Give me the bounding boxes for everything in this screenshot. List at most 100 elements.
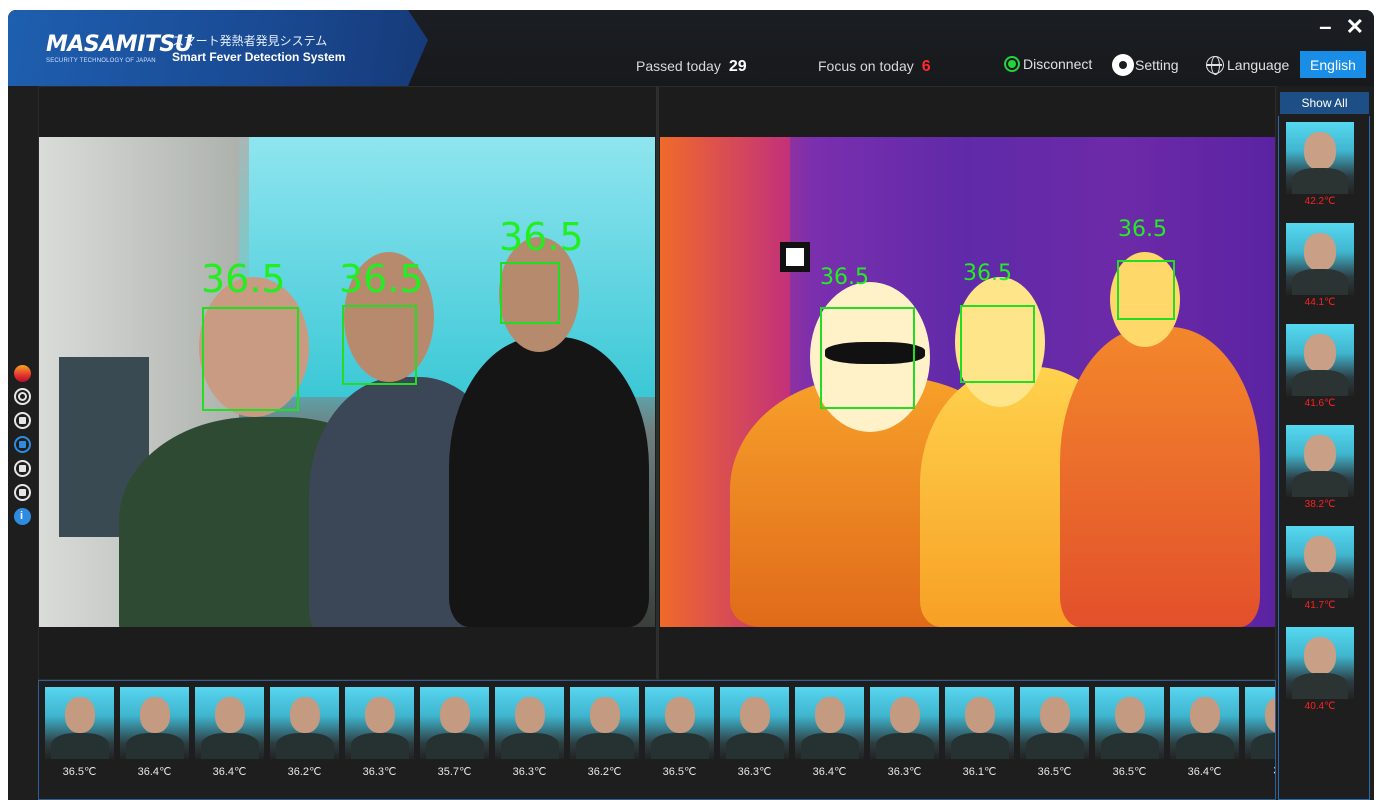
top-bar: MASAMITSU SECURITY TECHNOLOGY OF JAPAN ス… xyxy=(8,10,1374,86)
thermal-reference xyxy=(780,242,810,272)
brand-logo: MASAMITSU xyxy=(46,32,193,57)
capture-snapshot xyxy=(870,687,939,759)
capture-snapshot xyxy=(1020,687,1089,759)
capture-temp: 36.1℃ xyxy=(962,766,997,778)
capture-snapshot xyxy=(1170,687,1239,759)
rgb-camera-feed: 36.5 36.5 36.5 xyxy=(39,137,655,627)
capture-thumb[interactable]: 36.2℃ xyxy=(570,687,639,778)
left-toolbar xyxy=(8,86,38,800)
thermal-camera-feed: 36.5 36.5 36.5 xyxy=(660,137,1275,627)
alert-item[interactable]: 42.2℃ xyxy=(1286,122,1354,207)
app-window: MASAMITSU SECURITY TECHNOLOGY OF JAPAN ス… xyxy=(8,10,1374,800)
alert-item[interactable]: 44.1℃ xyxy=(1286,223,1354,308)
focus-today-value: 6 xyxy=(921,58,931,75)
capture-thumb[interactable]: 36.3℃ xyxy=(495,687,564,778)
image-icon[interactable] xyxy=(14,412,31,429)
capture-temp: 36.3℃ xyxy=(737,766,772,778)
app-title-jp: スマート発熱者発見システム xyxy=(172,34,328,48)
capture-temp: 36.2℃ xyxy=(287,766,322,778)
thermal-face-box-3 xyxy=(1117,260,1175,320)
capture-temp: 35.7℃ xyxy=(437,766,472,778)
capture-temp: 36.4℃ xyxy=(812,766,847,778)
palette-icon[interactable] xyxy=(14,365,31,382)
alert-temp: 42.2℃ xyxy=(1304,196,1336,207)
alert-temp: 41.7℃ xyxy=(1304,600,1336,611)
alert-item[interactable]: 40.4℃ xyxy=(1286,627,1354,712)
capture-snapshot xyxy=(345,687,414,759)
info-icon[interactable] xyxy=(14,508,31,525)
thermal-person-right-body xyxy=(1060,327,1260,627)
single-view-icon[interactable] xyxy=(14,460,31,477)
capture-temp: 36.2℃ xyxy=(587,766,622,778)
capture-thumb[interactable]: 36.1℃ xyxy=(945,687,1014,778)
language-button[interactable]: Language xyxy=(1206,56,1289,75)
globe-icon xyxy=(1206,56,1224,75)
capture-snapshot xyxy=(645,687,714,759)
capture-thumb[interactable]: 36.5℃ xyxy=(645,687,714,778)
face-temp-1: 36.5 xyxy=(201,257,286,301)
setting-button[interactable]: Setting xyxy=(1114,56,1179,74)
passed-today-label: Passed today xyxy=(636,58,721,74)
alert-panel: Show All 42.2℃ 44.1℃ 41.6℃ 38.2℃ 41.7℃ 4… xyxy=(1278,86,1374,800)
capture-thumb[interactable]: 36.4℃ xyxy=(1170,687,1239,778)
minimize-button[interactable]: – xyxy=(1319,14,1331,40)
close-button[interactable]: ✕ xyxy=(1346,14,1364,40)
capture-thumb[interactable]: 36.5℃ xyxy=(1020,687,1089,778)
capture-snapshot xyxy=(45,687,114,759)
capture-thumb[interactable]: 36.4℃ xyxy=(195,687,264,778)
disconnect-label: Disconnect xyxy=(1023,56,1093,72)
alert-snapshot xyxy=(1286,223,1354,295)
capture-temp: 36.5℃ xyxy=(1037,766,1072,778)
alert-snapshot xyxy=(1286,526,1354,598)
capture-thumb[interactable]: 36.3℃ xyxy=(720,687,789,778)
capture-snapshot xyxy=(120,687,189,759)
alert-snapshot xyxy=(1286,324,1354,396)
capture-thumb[interactable]: 36.5℃ xyxy=(1095,687,1164,778)
english-button[interactable]: English xyxy=(1300,51,1366,78)
capture-thumb[interactable]: 36.5℃ xyxy=(45,687,114,778)
capture-thumb[interactable]: 36.3℃ xyxy=(870,687,939,778)
face-temp-2: 36.5 xyxy=(339,257,424,301)
face-box-1 xyxy=(202,307,299,411)
face-temp-3: 36.5 xyxy=(499,215,584,259)
thermal-face-box-2 xyxy=(960,305,1035,383)
alert-temp: 40.4℃ xyxy=(1304,701,1336,712)
alert-temp: 41.6℃ xyxy=(1304,398,1336,409)
capture-snapshot xyxy=(270,687,339,759)
capture-temp: 36.4℃ xyxy=(137,766,172,778)
face-box-3 xyxy=(500,262,560,324)
thermal-face-temp-2: 36.5 xyxy=(963,261,1012,286)
show-all-button[interactable]: Show All xyxy=(1280,92,1369,114)
alert-temp: 38.2℃ xyxy=(1304,499,1336,510)
capture-thumb[interactable]: 36 xyxy=(1245,687,1275,777)
feed-divider xyxy=(656,87,659,681)
capture-strip: 36.5℃ 36.4℃ 36.4℃ 36.2℃ 36.3℃ 35.7℃ 36.3… xyxy=(38,680,1276,800)
capture-thumb[interactable]: 36.3℃ xyxy=(345,687,414,778)
window-icon[interactable] xyxy=(14,484,31,501)
settings-icon[interactable] xyxy=(14,388,31,405)
alert-item[interactable]: 41.7℃ xyxy=(1286,526,1354,611)
capture-thumb[interactable]: 36.2℃ xyxy=(270,687,339,778)
focus-today-stat: Focus on today 6 xyxy=(818,58,931,76)
capture-temp: 36.4℃ xyxy=(212,766,247,778)
capture-snapshot xyxy=(795,687,864,759)
disconnect-button[interactable]: Disconnect xyxy=(1004,56,1092,72)
capture-snapshot xyxy=(1245,687,1275,759)
capture-temp: 36.4℃ xyxy=(1187,766,1222,778)
split-view-icon[interactable] xyxy=(14,436,31,453)
capture-snapshot xyxy=(195,687,264,759)
capture-thumb[interactable]: 36.4℃ xyxy=(795,687,864,778)
thermal-face-temp-3: 36.5 xyxy=(1118,217,1167,242)
person-right-body xyxy=(449,337,649,627)
passed-today-value: 29 xyxy=(728,58,747,75)
capture-thumb[interactable]: 35.7℃ xyxy=(420,687,489,778)
thermal-face-box-1 xyxy=(820,307,915,409)
video-area: 36.5 36.5 36.5 36.5 36.5 36.5 xyxy=(38,86,1276,681)
capture-temp: 36.5℃ xyxy=(62,766,97,778)
alert-item[interactable]: 38.2℃ xyxy=(1286,425,1354,510)
capture-snapshot xyxy=(495,687,564,759)
alert-item[interactable]: 41.6℃ xyxy=(1286,324,1354,409)
window-controls: – ✕ xyxy=(1311,14,1364,40)
capture-thumb[interactable]: 36.4℃ xyxy=(120,687,189,778)
capture-snapshot xyxy=(570,687,639,759)
